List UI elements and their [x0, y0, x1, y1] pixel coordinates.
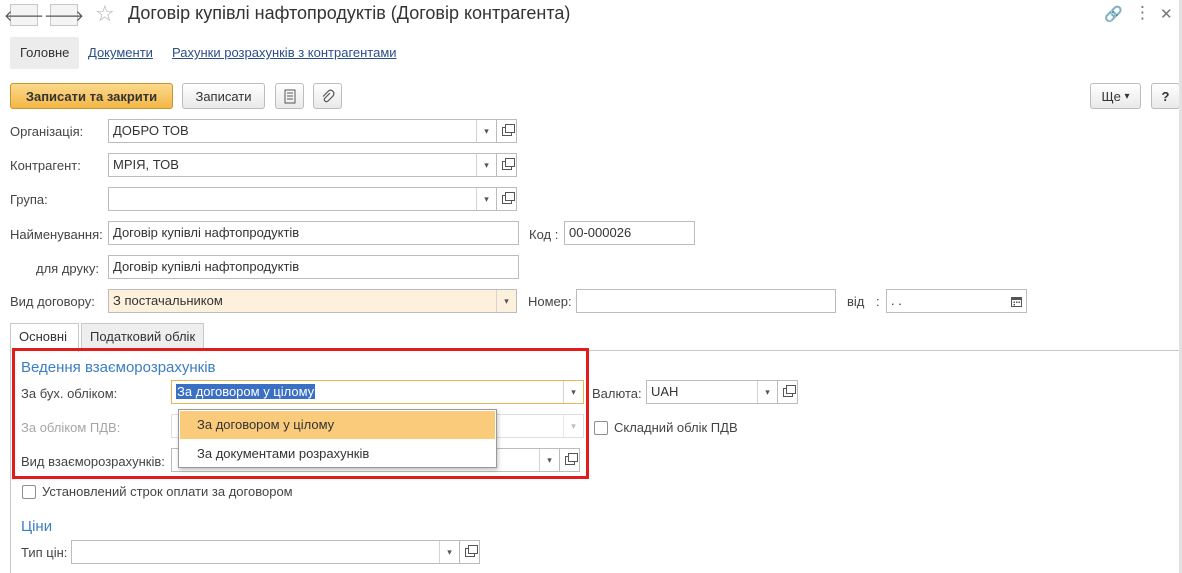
- payment-term-label: Установлений строк оплати за договором: [42, 484, 293, 499]
- name-field[interactable]: Договір купівлі нафтопродуктів: [108, 221, 519, 245]
- more-button-label: Ще: [1101, 88, 1121, 104]
- organization-label: Організація:: [10, 124, 84, 139]
- section-documents[interactable]: Документи: [78, 37, 163, 69]
- date-value: . .: [891, 293, 902, 308]
- forward-button[interactable]: 🡒: [44, 4, 84, 26]
- organization-field[interactable]: ДОБРО ТОВ ▾: [108, 119, 497, 143]
- price-type-field[interactable]: ▾: [71, 540, 460, 564]
- open-window-icon: [501, 157, 515, 170]
- contract-type-label: Вид договору:: [10, 294, 95, 309]
- chevron-down-icon[interactable]: ▾: [476, 154, 496, 176]
- arrow-right-icon: 🡒: [43, 7, 85, 25]
- price-type-value: [72, 541, 439, 563]
- open-organization-button[interactable]: [497, 119, 517, 143]
- chevron-down-icon[interactable]: ▾: [476, 120, 496, 142]
- open-currency-button[interactable]: [778, 380, 798, 404]
- group-label: Група:: [10, 192, 48, 207]
- open-group-button[interactable]: [497, 187, 517, 211]
- paperclip-icon: [322, 89, 334, 102]
- currency-label: Валюта:: [592, 386, 642, 401]
- chevron-down-icon[interactable]: ▾: [757, 381, 777, 403]
- price-type-label: Тип цін:: [21, 545, 68, 560]
- dropdown-option[interactable]: За документами розрахунків: [180, 440, 495, 468]
- chevron-down-icon[interactable]: ▾: [439, 541, 459, 563]
- dropdown-option[interactable]: За договором у цілому: [180, 411, 495, 439]
- chevron-down-icon[interactable]: ▾: [496, 290, 516, 312]
- counterparty-field[interactable]: МРІЯ, ТОВ ▾: [108, 153, 497, 177]
- star-icon[interactable]: ☆: [95, 1, 115, 27]
- print-name-field[interactable]: Договір купівлі нафтопродуктів: [108, 255, 519, 279]
- more-menu-icon[interactable]: ⋮: [1134, 3, 1151, 23]
- code-field[interactable]: 00-000026: [564, 221, 695, 245]
- code-label: Код :: [529, 227, 559, 242]
- payment-term-checkbox[interactable]: [22, 485, 36, 499]
- counterparty-value: МРІЯ, ТОВ: [113, 157, 179, 172]
- currency-field[interactable]: UAH ▾: [646, 380, 778, 404]
- open-window-icon: [501, 123, 515, 136]
- section-main[interactable]: Головне: [10, 37, 80, 69]
- number-value: [577, 290, 835, 312]
- calendar-icon: [1010, 296, 1022, 307]
- open-window-icon: [464, 544, 478, 557]
- contract-type-field[interactable]: З постачальником ▾: [108, 289, 517, 313]
- date-label: від: [847, 294, 865, 309]
- counterparty-label: Контрагент:: [10, 158, 81, 173]
- print-name-value: Договір купівлі нафтопродуктів: [113, 259, 300, 274]
- link-icon[interactable]: 🔗: [1104, 5, 1123, 23]
- save-and-close-button[interactable]: Записати та закрити: [10, 83, 173, 109]
- arrow-left-icon: 🡐: [3, 7, 45, 25]
- document-list-icon: [284, 89, 295, 103]
- complex-vat-label: Складний облік ПДВ: [614, 420, 738, 435]
- date-field[interactable]: . .: [886, 289, 1027, 313]
- prices-group-title: Ціни: [21, 518, 53, 535]
- group-value: [109, 188, 476, 210]
- chevron-down-icon[interactable]: ▾: [476, 188, 496, 210]
- number-label: Номер:: [528, 294, 572, 309]
- name-label: Найменування:: [10, 227, 103, 242]
- date-colon: :: [876, 294, 880, 309]
- document-list-button[interactable]: [275, 83, 304, 109]
- back-button[interactable]: 🡐: [4, 4, 44, 26]
- settlement-options-dropdown: За договором у цілому За документами роз…: [178, 409, 497, 468]
- group-field[interactable]: ▾: [108, 187, 497, 211]
- name-value: Договір купівлі нафтопродуктів: [113, 225, 300, 240]
- more-button[interactable]: Ще ▾: [1090, 83, 1141, 109]
- complex-vat-checkbox[interactable]: [594, 421, 608, 435]
- calendar-button[interactable]: [1006, 290, 1026, 312]
- open-price-type-button[interactable]: [460, 540, 480, 564]
- open-window-icon: [501, 191, 515, 204]
- help-button[interactable]: ?: [1151, 83, 1180, 109]
- number-field[interactable]: [576, 289, 836, 313]
- organization-value: ДОБРО ТОВ: [113, 123, 189, 138]
- code-value: 00-000026: [569, 225, 632, 240]
- print-name-label: для друку:: [36, 261, 99, 276]
- tab-tax-accounting[interactable]: Податковий облік: [81, 323, 204, 350]
- open-window-icon: [782, 384, 796, 397]
- page-title: Договір купівлі нафтопродуктів (Договір …: [128, 3, 571, 23]
- currency-value: UAH: [651, 384, 679, 399]
- chevron-down-icon: ▾: [1124, 90, 1130, 102]
- open-counterparty-button[interactable]: [497, 153, 517, 177]
- close-icon[interactable]: ✕: [1160, 5, 1173, 23]
- save-button[interactable]: Записати: [182, 83, 265, 109]
- section-accounts[interactable]: Рахунки розрахунків з контрагентами: [162, 37, 407, 69]
- attach-button[interactable]: [313, 83, 342, 109]
- contract-type-value: З постачальником: [113, 293, 223, 308]
